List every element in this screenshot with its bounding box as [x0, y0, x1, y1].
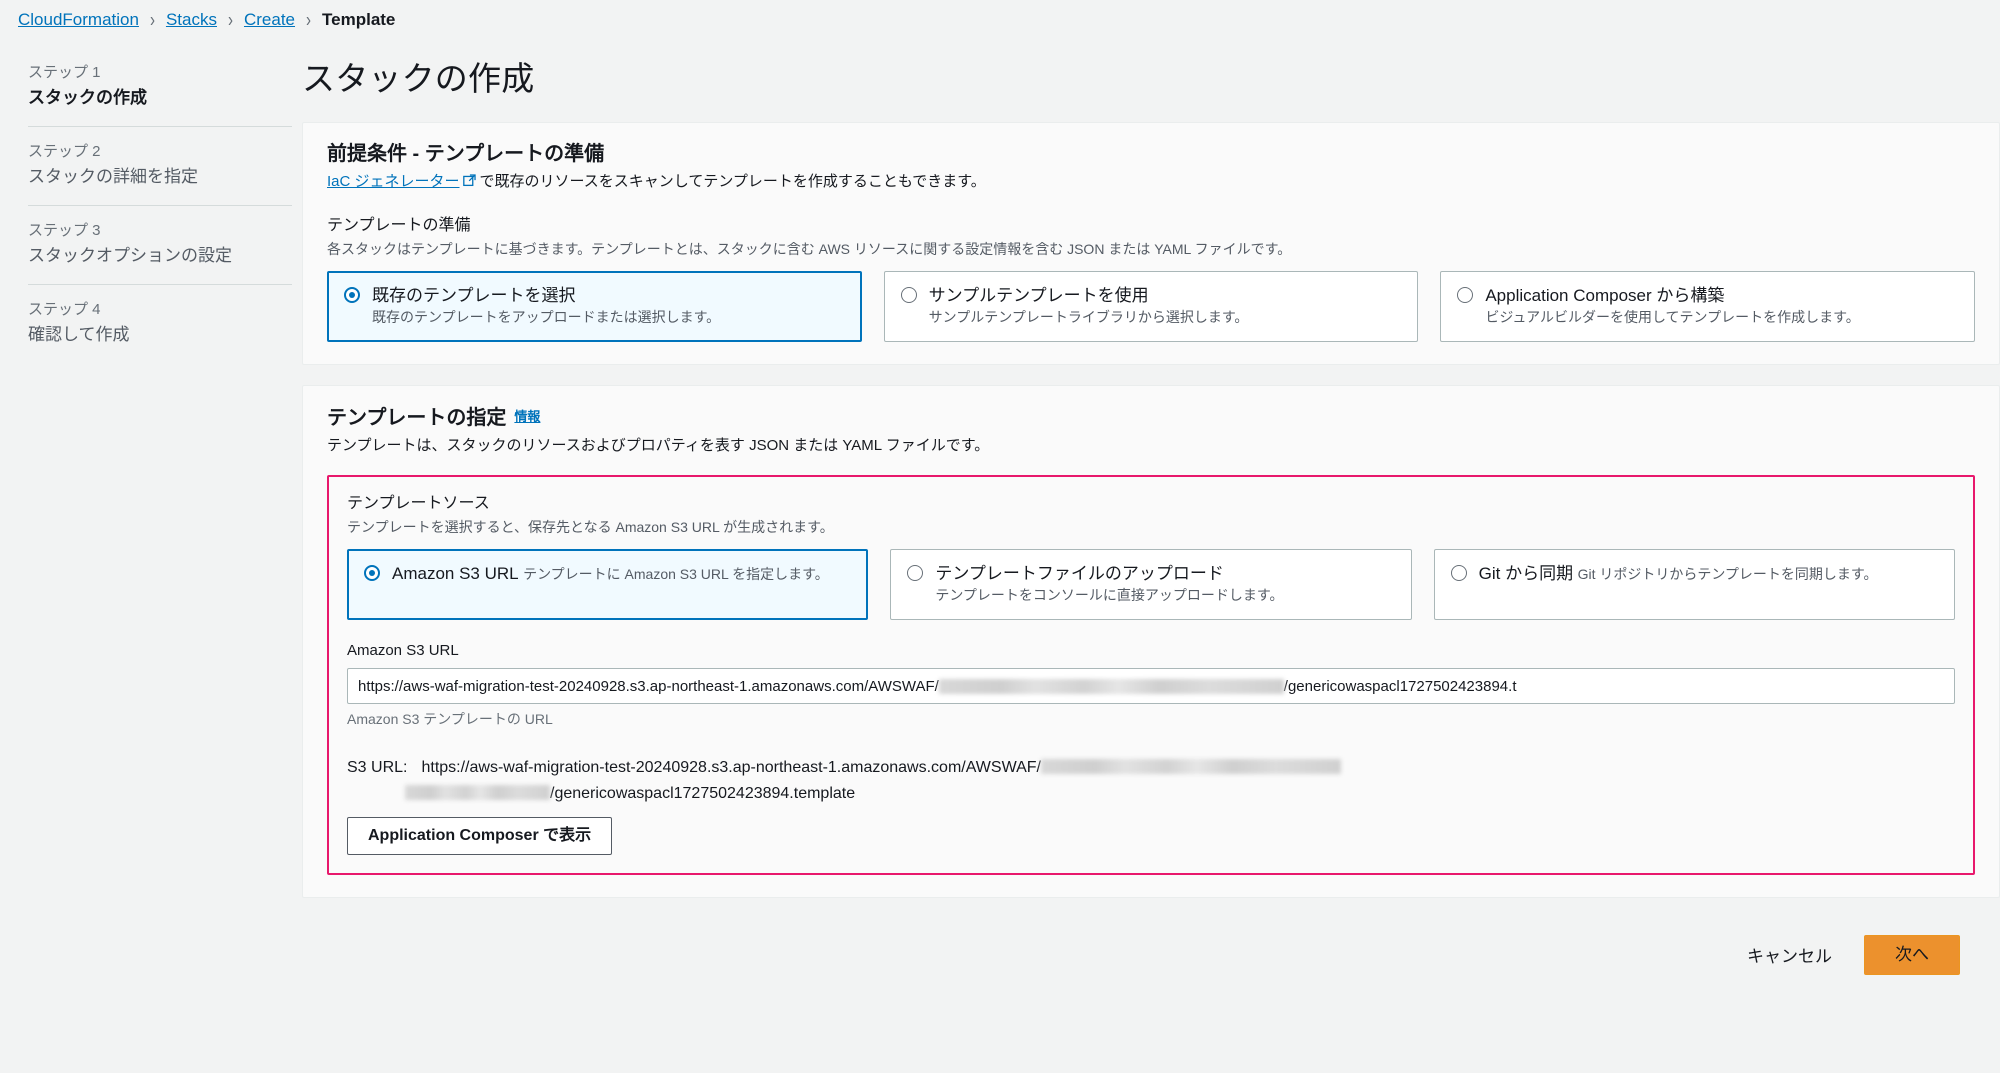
- info-link[interactable]: 情報: [514, 409, 540, 424]
- radio-button-selected-icon[interactable]: [364, 565, 380, 581]
- next-button[interactable]: 次へ: [1864, 934, 1960, 975]
- radio-tile-sync-from-git[interactable]: Git から同期 Git リポジトリからテンプレートを同期します。: [1433, 549, 1955, 620]
- radio-tile-label: サンプルテンプレートを使用: [928, 286, 1149, 305]
- radio-tile-description: テンプレートに Amazon S3 URL を指定します。: [523, 566, 829, 582]
- redacted-account-segment: [1040, 759, 1341, 774]
- s3-url-readout-key: S3 URL:: [347, 759, 408, 776]
- sidebar-step-1[interactable]: ステップ 1 スタックの作成: [28, 54, 292, 126]
- prerequisite-panel: 前提条件 - テンプレートの準備 IaC ジェネレーター で既存のリソースをスキャ…: [302, 122, 2000, 365]
- radio-tile-description: ビジュアルビルダーを使用してテンプレートを作成します。: [1485, 309, 1860, 325]
- radio-tile-description: 既存のテンプレートをアップロードまたは選択します。: [372, 309, 721, 325]
- template-preparation-radio-group: 既存のテンプレートを選択 既存のテンプレートをアップロードまたは選択します。 サ…: [327, 271, 1976, 342]
- amazon-s3-url-input[interactable]: https://aws-waf-migration-test-20240928.…: [347, 668, 1955, 704]
- sidebar-step-4-number: ステップ 4: [28, 301, 101, 318]
- radio-tile-description: Git リポジトリからテンプレートを同期します。: [1577, 566, 1878, 582]
- radio-tile-build-from-application-composer[interactable]: Application Composer から構築 ビジュアルビルダーを使用して…: [1440, 271, 1976, 342]
- radio-tile-description: テンプレートをコンソールに直接アップロードします。: [935, 587, 1284, 603]
- breadcrumb-separator-icon: ›: [306, 8, 312, 32]
- s3-url-readout-value: https://aws-waf-migration-test-20240928.…: [347, 759, 1341, 802]
- radio-button-icon[interactable]: [907, 565, 924, 581]
- prerequisite-panel-description: IaC ジェネレーター で既存のリソースをスキャンしてテンプレートを作成することも…: [327, 171, 1975, 193]
- s3-url-readout-prefix: https://aws-waf-migration-test-20240928.…: [421, 759, 1041, 776]
- redacted-account-segment: [938, 678, 1284, 694]
- radio-tile-amazon-s3-url[interactable]: Amazon S3 URL テンプレートに Amazon S3 URL を指定し…: [347, 549, 869, 620]
- prerequisite-panel-description-rest: で既存のリソースをスキャンしてテンプレートを作成することもできます。: [479, 173, 986, 190]
- sidebar-step-3-title: スタックオプションの設定: [28, 246, 232, 265]
- amazon-s3-url-label: Amazon S3 URL: [347, 642, 459, 659]
- sidebar-step-2-title: スタックの詳細を指定: [28, 167, 198, 186]
- radio-tile-label: Application Composer から構築: [1485, 286, 1725, 305]
- sidebar-step-2[interactable]: ステップ 2 スタックの詳細を指定: [28, 126, 292, 205]
- cancel-button[interactable]: キャンセル: [1741, 934, 1838, 975]
- specify-template-panel-description: テンプレートは、スタックのリソースおよびプロパティを表す JSON または YA…: [327, 437, 990, 454]
- main-content: スタックの作成 前提条件 - テンプレートの準備 IaC ジェネレーター で既存の…: [292, 40, 2000, 975]
- radio-button-icon[interactable]: [1457, 287, 1474, 303]
- sidebar-step-2-number: ステップ 2: [28, 143, 101, 160]
- s3-url-readout: S3 URL: https://aws-waf-migration-test-20…: [347, 755, 1955, 855]
- radio-button-selected-icon[interactable]: [344, 287, 360, 303]
- sidebar-step-1-title: スタックの作成: [28, 88, 147, 107]
- radio-button-icon[interactable]: [1450, 565, 1467, 581]
- radio-tile-label: 既存のテンプレートを選択: [372, 286, 576, 305]
- iac-generator-link[interactable]: IaC ジェネレーター: [327, 173, 460, 190]
- template-preparation-label: テンプレートの準備: [327, 217, 471, 234]
- wizard-sidebar: ステップ 1 スタックの作成 ステップ 2 スタックの詳細を指定 ステップ 3 …: [0, 40, 292, 363]
- sidebar-step-4-title: 確認して作成: [28, 325, 130, 344]
- sidebar-step-4[interactable]: ステップ 4 確認して作成: [28, 284, 292, 363]
- breadcrumb-separator-icon: ›: [149, 8, 155, 32]
- page-title: スタックの作成: [302, 60, 535, 97]
- template-preparation-description: 各スタックはテンプレートに基づきます。テンプレートとは、スタックに含む AWS …: [327, 241, 1292, 257]
- s3-url-readout-suffix: /genericowaspacl1727502423894.template: [550, 785, 856, 802]
- breadcrumb-item-cloudformation[interactable]: CloudFormation: [18, 10, 139, 30]
- template-source-highlight-region: テンプレートソース テンプレートを選択すると、保存先となる Amazon S3 …: [327, 475, 1975, 875]
- breadcrumb-item-stacks[interactable]: Stacks: [166, 10, 217, 30]
- radio-tile-description: サンプルテンプレートライブラリから選択します。: [928, 309, 1249, 325]
- radio-tile-label: Amazon S3 URL: [392, 564, 519, 583]
- external-link-icon: [462, 174, 476, 187]
- specify-template-title-text: テンプレートの指定: [327, 407, 507, 429]
- radio-button-icon[interactable]: [900, 287, 917, 303]
- page-body: ステップ 1 スタックの作成 ステップ 2 スタックの詳細を指定 ステップ 3 …: [0, 40, 2000, 1073]
- view-in-application-composer-button[interactable]: Application Composer で表示: [347, 817, 613, 855]
- redacted-account-segment-2: [405, 785, 550, 800]
- breadcrumb-item-create[interactable]: Create: [244, 10, 295, 30]
- template-preparation-section: テンプレートの準備 各スタックはテンプレートに基づきます。テンプレートとは、スタ…: [327, 215, 1976, 342]
- amazon-s3-url-hint: Amazon S3 テンプレートの URL: [347, 711, 553, 727]
- radio-tile-use-sample-template[interactable]: サンプルテンプレートを使用 サンプルテンプレートライブラリから選択します。: [883, 271, 1419, 342]
- radio-tile-upload-template-file[interactable]: テンプレートファイルのアップロード テンプレートをコンソールに直接アップロードし…: [890, 549, 1412, 620]
- breadcrumb-item-template: Template: [322, 10, 396, 29]
- sidebar-step-3[interactable]: ステップ 3 スタックオプションの設定: [28, 205, 292, 284]
- template-source-radio-group: Amazon S3 URL テンプレートに Amazon S3 URL を指定し…: [347, 549, 1955, 620]
- radio-tile-choose-existing-template[interactable]: 既存のテンプレートを選択 既存のテンプレートをアップロードまたは選択します。: [327, 271, 862, 342]
- breadcrumb-separator-icon: ›: [227, 8, 233, 32]
- sidebar-step-3-number: ステップ 3: [28, 222, 101, 239]
- specify-template-panel: テンプレートの指定 情報 テンプレートは、スタックのリソースおよびプロパティを表す…: [302, 385, 2000, 898]
- amazon-s3-url-field: Amazon S3 URL https://aws-waf-migration-…: [347, 640, 1955, 729]
- radio-tile-label: Git から同期: [1478, 564, 1574, 583]
- sidebar-step-1-number: ステップ 1: [28, 64, 101, 81]
- breadcrumb: CloudFormation › Stacks › Create › Templ…: [0, 0, 2000, 40]
- prerequisite-panel-title: 前提条件 - テンプレートの準備: [327, 143, 605, 165]
- wizard-footer: キャンセル 次へ: [302, 918, 2000, 975]
- template-source-label: テンプレートソース: [347, 495, 490, 512]
- specify-template-panel-title: テンプレートの指定 情報: [327, 404, 1975, 431]
- amazon-s3-url-value-prefix: https://aws-waf-migration-test-20240928.…: [358, 677, 939, 695]
- template-source-description: テンプレートを選択すると、保存先となる Amazon S3 URL が生成されま…: [347, 519, 834, 535]
- amazon-s3-url-value-suffix: /genericowaspacl1727502423894.t: [1283, 677, 1517, 695]
- radio-tile-label: テンプレートファイルのアップロード: [935, 564, 1224, 583]
